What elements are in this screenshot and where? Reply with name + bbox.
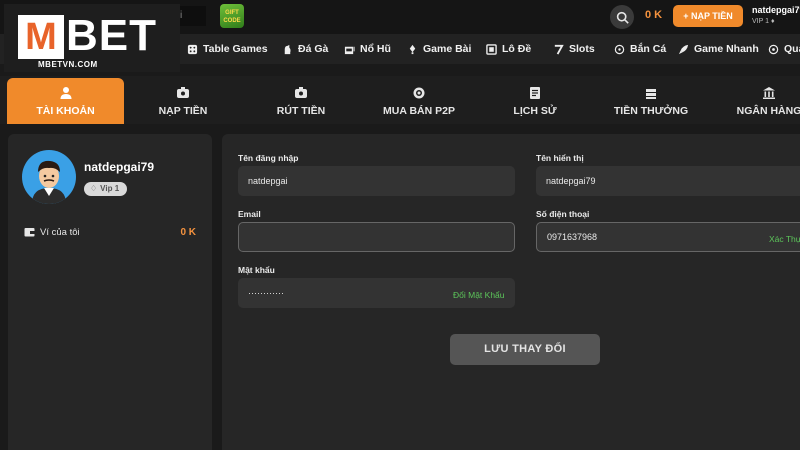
display-name-field[interactable] [536, 166, 800, 196]
withdraw-icon [295, 86, 307, 98]
diamond-icon: ♢ [90, 184, 98, 193]
nav-label: Nổ Hũ [360, 43, 391, 55]
profile-username: natdepgai79 [84, 160, 155, 174]
tab-ngan-hang[interactable]: NGÂN HÀNG [726, 78, 800, 124]
save-changes-button[interactable]: LƯU THAY ĐỔI [450, 334, 600, 365]
wallet-label: Ví của tôi [40, 226, 80, 238]
giftcode-label: GIFT CODE [223, 10, 241, 24]
wallet-icon [24, 228, 35, 237]
display-name-label: Tên hiển thị [536, 153, 584, 163]
user-icon [60, 86, 71, 99]
wheel-icon [768, 44, 779, 54]
wallet-row[interactable]: Ví của tôi 0 K [24, 224, 196, 240]
rocket-icon [678, 44, 689, 54]
nav-ban-ca[interactable]: Bắn Cá [614, 34, 666, 64]
tab-mua-ban-p2p[interactable]: MUA BÁN P2P [376, 78, 462, 124]
nav-label: Bắn Cá [630, 43, 667, 55]
nav-label: Table Games [203, 43, 268, 55]
deposit-icon [177, 86, 189, 98]
phone-field[interactable] [536, 222, 800, 252]
nav-label: Đá Gà [298, 43, 329, 55]
tab-label: NGÂN HÀNG [736, 104, 800, 117]
wallet-value: 0 K [180, 226, 196, 238]
email-field[interactable] [238, 222, 515, 252]
tab-lich-su[interactable]: LỊCH SỬ [492, 78, 578, 124]
history-icon [530, 86, 540, 99]
nav-slots[interactable]: Slots [553, 34, 595, 64]
user-avatar-icon [32, 160, 66, 204]
nav-quay[interactable]: Quay [768, 34, 800, 64]
bank-icon [763, 86, 775, 99]
nav-table-games[interactable]: Table Games [187, 34, 268, 64]
coins-icon [413, 87, 425, 98]
brand-logo[interactable]: M BET MBETVN.COM [4, 4, 180, 72]
tab-label: RÚT TIỀN [276, 104, 326, 117]
tab-nap-tien[interactable]: NẠP TIỀN [140, 78, 226, 124]
nav-game-nhanh[interactable]: Game Nhanh [678, 34, 759, 64]
tab-tien-thuong[interactable]: TIỀN THƯỞNG [608, 78, 694, 124]
vip-label: Vip 1 [100, 184, 120, 193]
slot-machine-icon [344, 46, 355, 54]
nav-game-bai[interactable]: Game Bài [407, 34, 471, 64]
bonus-icon [646, 88, 656, 99]
nav-da-ga[interactable]: Đá Gà [282, 34, 328, 64]
search-button[interactable] [610, 5, 634, 29]
rooster-icon [284, 44, 291, 54]
crosshair-icon [614, 44, 625, 54]
giftcode-button[interactable]: GIFT CODE [220, 4, 244, 28]
dice-icon [187, 44, 198, 54]
header-user[interactable]: natdepgai79 VIP 1 ♦ [752, 5, 800, 25]
tab-tai-khoan[interactable]: TÀI KHOẢN [7, 78, 124, 124]
diamond-icon: ♦ [770, 18, 775, 25]
search-icon [616, 11, 629, 24]
logo-url: MBETVN.COM [38, 60, 98, 69]
header-search-field[interactable]: i [176, 6, 206, 26]
tab-label: MUA BÁN P2P [383, 104, 455, 117]
lottery-icon [486, 43, 497, 55]
deposit-button[interactable]: + NẠP TIỀN [673, 5, 743, 27]
nav-no-hu[interactable]: Nổ Hũ [344, 34, 391, 64]
email-label: Email [238, 209, 261, 219]
tab-label: NẠP TIỀN [158, 104, 208, 117]
tab-label: TIỀN THƯỞNG [613, 104, 689, 117]
cards-icon [409, 44, 416, 54]
nav-label: Game Nhanh [694, 43, 759, 55]
tab-label: TÀI KHOẢN [36, 104, 95, 117]
account-form: Tên đăng nhập Tên hiển thị Email Số điện… [222, 134, 800, 450]
login-field[interactable] [238, 166, 515, 196]
tab-label: LỊCH SỬ [513, 104, 557, 117]
phone-label: Số điện thoại [536, 209, 590, 219]
nav-label: Slots [569, 43, 595, 55]
logo-letter: M [18, 15, 64, 59]
logo-word: BET [66, 11, 157, 60]
change-password-link[interactable]: Đổi Mật Khẩu [453, 290, 505, 300]
tab-rut-tien[interactable]: RÚT TIỀN [258, 78, 344, 124]
login-label: Tên đăng nhập [238, 153, 299, 163]
seven-icon [554, 44, 564, 55]
header-balance: 0 K [645, 9, 663, 21]
nav-lo-de[interactable]: Lô Đề [486, 34, 531, 64]
vip-badge: ♢ Vip 1 [84, 182, 128, 196]
header-vip: VIP 1 ♦ [752, 18, 775, 25]
password-label: Mật khẩu [238, 265, 275, 275]
nav-label: Game Bài [423, 43, 472, 55]
nav-label: Quay [784, 43, 800, 55]
account-tabs: TÀI KHOẢN NẠP TIỀN RÚT TIỀN MUA BÁN P2P … [0, 76, 800, 124]
nav-label: Lô Đề [502, 43, 532, 55]
header-username: natdepgai79 [752, 5, 800, 15]
profile-panel: natdepgai79 ♢ Vip 1 Ví của tôi 0 K [8, 134, 212, 450]
avatar[interactable] [22, 150, 76, 204]
verify-phone-link[interactable]: Xác Thực [769, 234, 800, 244]
